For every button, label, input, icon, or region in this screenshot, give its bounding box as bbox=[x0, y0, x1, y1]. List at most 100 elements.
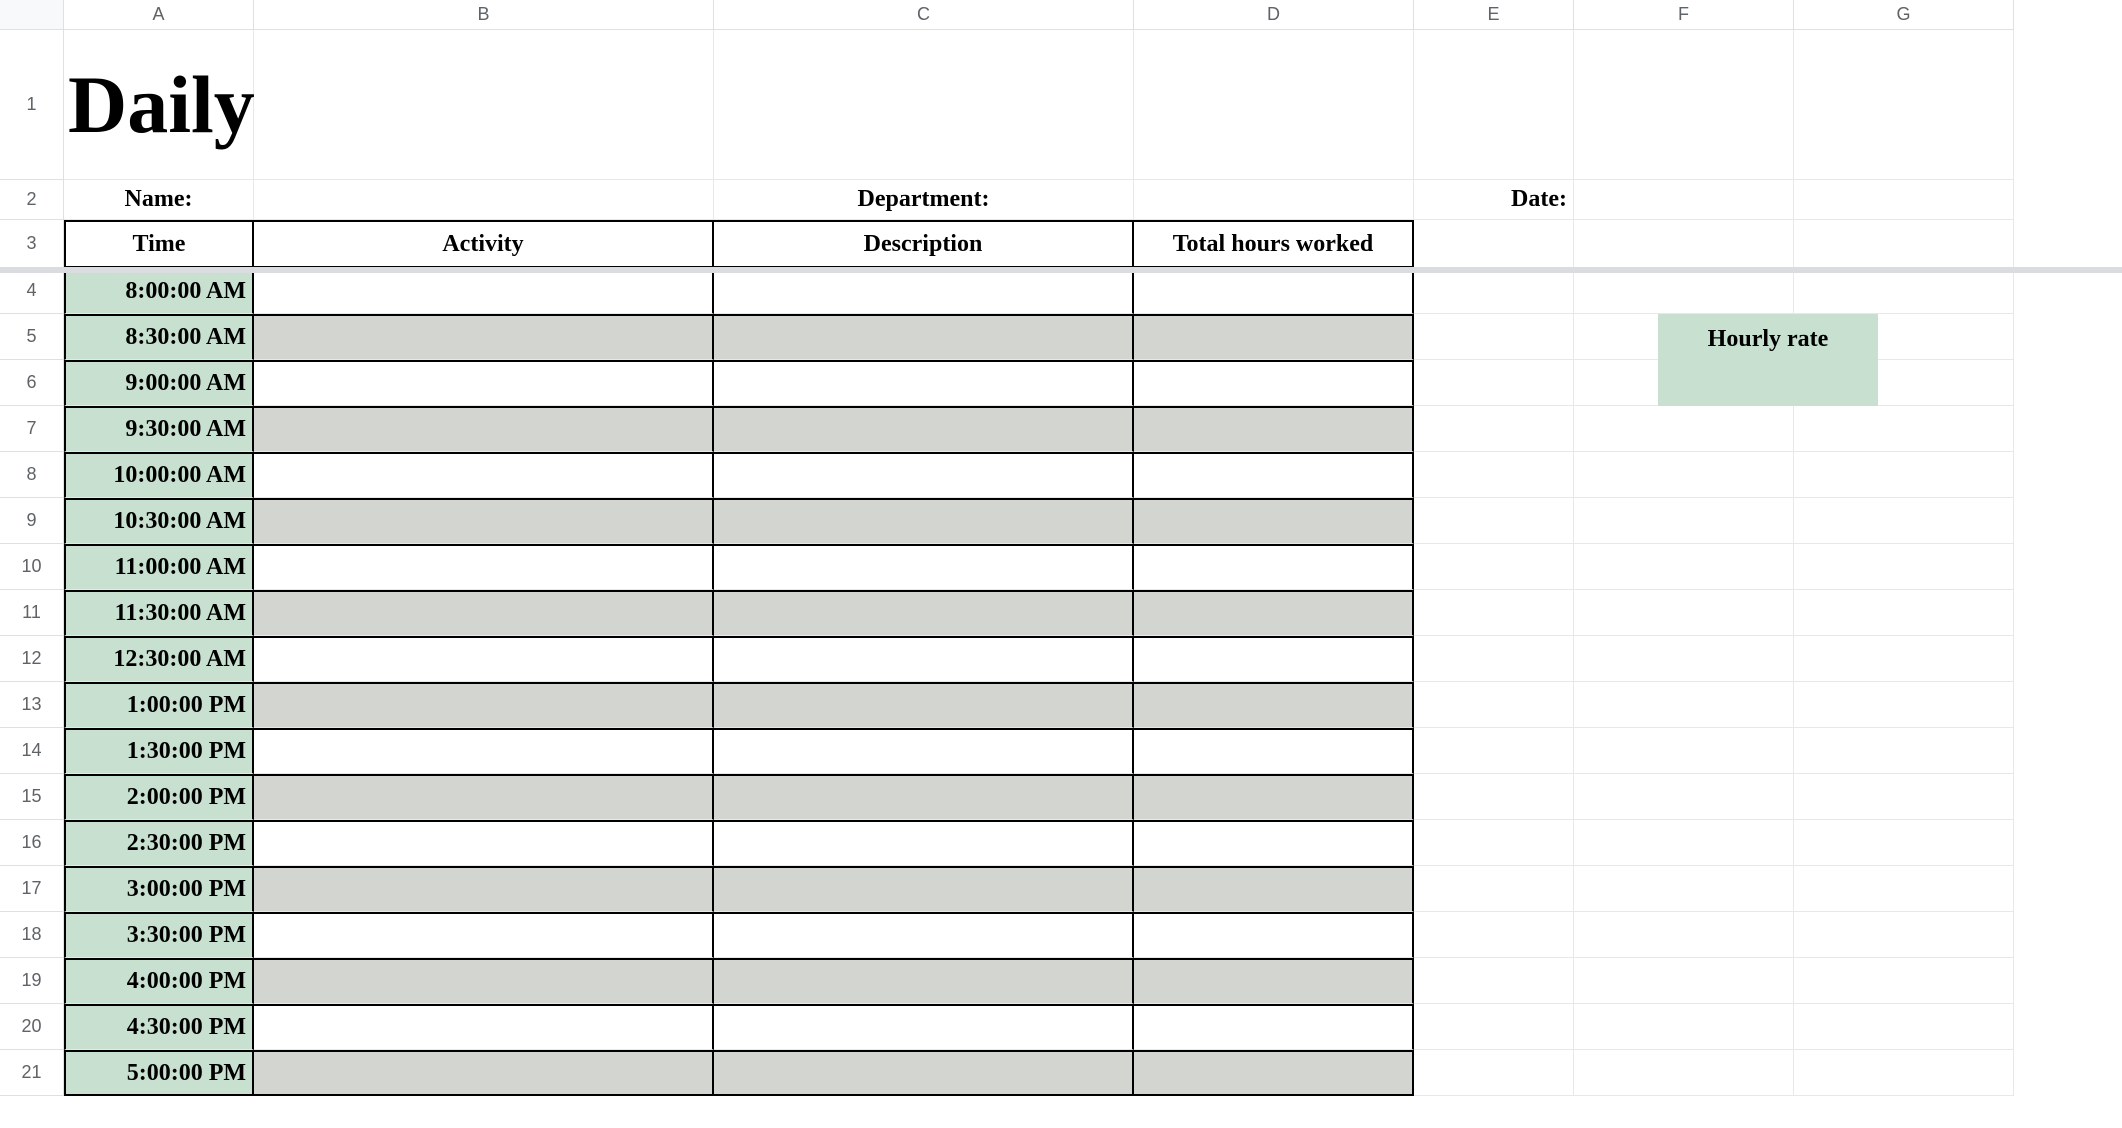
cell-G19[interactable] bbox=[1794, 958, 2014, 1004]
cell-E16[interactable] bbox=[1414, 820, 1574, 866]
total-hours-cell[interactable] bbox=[1134, 498, 1414, 544]
cell-F8[interactable] bbox=[1574, 452, 1794, 498]
cell-E20[interactable] bbox=[1414, 1004, 1574, 1050]
row-header-11[interactable]: 11 bbox=[0, 590, 64, 636]
total-hours-cell[interactable] bbox=[1134, 1050, 1414, 1096]
activity-cell[interactable] bbox=[254, 728, 714, 774]
cell-F3[interactable] bbox=[1574, 220, 1794, 268]
row-header-20[interactable]: 20 bbox=[0, 1004, 64, 1050]
cell-G14[interactable] bbox=[1794, 728, 2014, 774]
activity-cell[interactable] bbox=[254, 544, 714, 590]
description-cell[interactable] bbox=[714, 912, 1134, 958]
description-cell[interactable] bbox=[714, 406, 1134, 452]
cell-F11[interactable] bbox=[1574, 590, 1794, 636]
description-cell[interactable] bbox=[714, 1050, 1134, 1096]
description-cell[interactable] bbox=[714, 268, 1134, 314]
cell-F12[interactable] bbox=[1574, 636, 1794, 682]
description-cell[interactable] bbox=[714, 820, 1134, 866]
description-cell[interactable] bbox=[714, 682, 1134, 728]
cell-G3[interactable] bbox=[1794, 220, 2014, 268]
col-header-A[interactable]: A bbox=[64, 0, 254, 30]
time-cell[interactable]: 10:30:00 AM bbox=[64, 498, 254, 544]
cell-F20[interactable] bbox=[1574, 1004, 1794, 1050]
row-header-9[interactable]: 9 bbox=[0, 498, 64, 544]
cell-E1[interactable] bbox=[1414, 30, 1574, 180]
time-cell[interactable]: 3:30:00 PM bbox=[64, 912, 254, 958]
cell-E8[interactable] bbox=[1414, 452, 1574, 498]
row-header-8[interactable]: 8 bbox=[0, 452, 64, 498]
cell-E5[interactable] bbox=[1414, 314, 1574, 360]
time-cell[interactable]: 9:00:00 AM bbox=[64, 360, 254, 406]
cell-E15[interactable] bbox=[1414, 774, 1574, 820]
time-cell[interactable]: 4:00:00 PM bbox=[64, 958, 254, 1004]
total-hours-cell[interactable] bbox=[1134, 774, 1414, 820]
description-cell[interactable] bbox=[714, 1004, 1134, 1050]
cell-F4[interactable] bbox=[1574, 268, 1794, 314]
total-hours-cell[interactable] bbox=[1134, 1004, 1414, 1050]
cell-G12[interactable] bbox=[1794, 636, 2014, 682]
activity-cell[interactable] bbox=[254, 682, 714, 728]
description-cell[interactable] bbox=[714, 728, 1134, 774]
activity-cell[interactable] bbox=[254, 1004, 714, 1050]
cell-B2[interactable] bbox=[254, 180, 714, 220]
cell-G11[interactable] bbox=[1794, 590, 2014, 636]
header-activity[interactable]: Activity bbox=[254, 220, 714, 268]
description-cell[interactable] bbox=[714, 452, 1134, 498]
cell-G7[interactable] bbox=[1794, 406, 2014, 452]
time-cell[interactable]: 12:30:00 AM bbox=[64, 636, 254, 682]
activity-cell[interactable] bbox=[254, 314, 714, 360]
description-cell[interactable] bbox=[714, 360, 1134, 406]
description-cell[interactable] bbox=[714, 866, 1134, 912]
activity-cell[interactable] bbox=[254, 1050, 714, 1096]
row-header-6[interactable]: 6 bbox=[0, 360, 64, 406]
cell-G13[interactable] bbox=[1794, 682, 2014, 728]
cell-D1[interactable] bbox=[1134, 30, 1414, 180]
time-cell[interactable]: 2:00:00 PM bbox=[64, 774, 254, 820]
cell-G8[interactable] bbox=[1794, 452, 2014, 498]
cell-E2[interactable]: Date: bbox=[1414, 180, 1574, 220]
col-header-E[interactable]: E bbox=[1414, 0, 1574, 30]
time-cell[interactable]: 1:00:00 PM bbox=[64, 682, 254, 728]
row-header-3[interactable]: 3 bbox=[0, 220, 64, 268]
total-hours-cell[interactable] bbox=[1134, 314, 1414, 360]
row-header-5[interactable]: 5 bbox=[0, 314, 64, 360]
col-header-G[interactable]: G bbox=[1794, 0, 2014, 30]
row-header-19[interactable]: 19 bbox=[0, 958, 64, 1004]
cell-G15[interactable] bbox=[1794, 774, 2014, 820]
cell-F2[interactable] bbox=[1574, 180, 1794, 220]
activity-cell[interactable] bbox=[254, 866, 714, 912]
cell-E18[interactable] bbox=[1414, 912, 1574, 958]
cell-C2[interactable]: Department: bbox=[714, 180, 1134, 220]
cell-A1[interactable]: Daily time tracker bbox=[64, 30, 254, 180]
cell-G17[interactable] bbox=[1794, 866, 2014, 912]
activity-cell[interactable] bbox=[254, 452, 714, 498]
col-header-B[interactable]: B bbox=[254, 0, 714, 30]
row-header-16[interactable]: 16 bbox=[0, 820, 64, 866]
description-cell[interactable] bbox=[714, 774, 1134, 820]
col-header-F[interactable]: F bbox=[1574, 0, 1794, 30]
activity-cell[interactable] bbox=[254, 360, 714, 406]
description-cell[interactable] bbox=[714, 590, 1134, 636]
row-header-4[interactable]: 4 bbox=[0, 268, 64, 314]
total-hours-cell[interactable] bbox=[1134, 912, 1414, 958]
time-cell[interactable]: 5:00:00 PM bbox=[64, 1050, 254, 1096]
activity-cell[interactable] bbox=[254, 498, 714, 544]
row-header-10[interactable]: 10 bbox=[0, 544, 64, 590]
time-cell[interactable]: 4:30:00 PM bbox=[64, 1004, 254, 1050]
cell-E6[interactable] bbox=[1414, 360, 1574, 406]
row-header-12[interactable]: 12 bbox=[0, 636, 64, 682]
cell-F15[interactable] bbox=[1574, 774, 1794, 820]
row-header-13[interactable]: 13 bbox=[0, 682, 64, 728]
cell-F1[interactable] bbox=[1574, 30, 1794, 180]
cell-F17[interactable] bbox=[1574, 866, 1794, 912]
col-header-D[interactable]: D bbox=[1134, 0, 1414, 30]
cell-F16[interactable] bbox=[1574, 820, 1794, 866]
row-header-17[interactable]: 17 bbox=[0, 866, 64, 912]
hourly-rate-box[interactable]: Hourly rate bbox=[1658, 314, 1878, 406]
row-header-7[interactable]: 7 bbox=[0, 406, 64, 452]
cell-F21[interactable] bbox=[1574, 1050, 1794, 1096]
freeze-bar-horizontal[interactable] bbox=[0, 267, 2122, 273]
time-cell[interactable]: 11:00:00 AM bbox=[64, 544, 254, 590]
row-header-2[interactable]: 2 bbox=[0, 180, 64, 220]
cell-F14[interactable] bbox=[1574, 728, 1794, 774]
